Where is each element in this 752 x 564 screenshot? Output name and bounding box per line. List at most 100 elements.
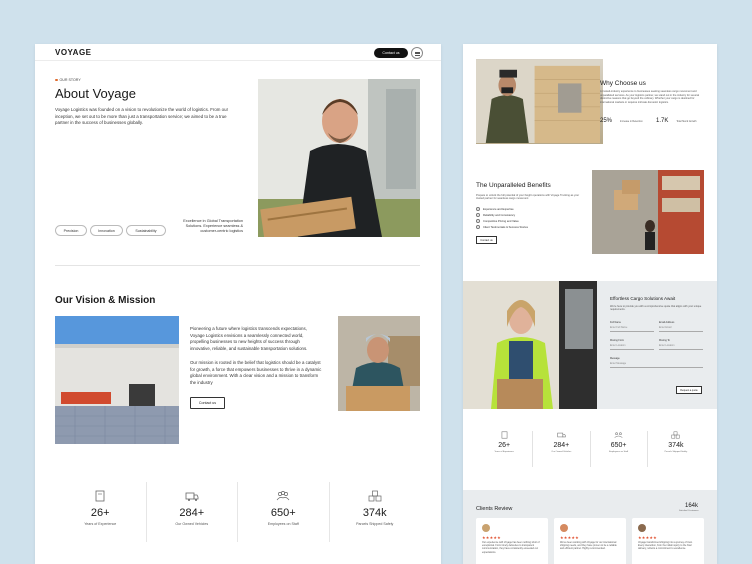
stat-item: 650+ Employees on Staff <box>238 482 330 542</box>
field-placeholder[interactable]: Enter Email <box>659 326 703 329</box>
field-placeholder[interactable]: Enter Location <box>610 344 654 347</box>
accent-dot-icon <box>55 78 58 82</box>
message-field[interactable]: Message Enter Message <box>610 357 703 368</box>
benefit-item: Client Testimonials & Success Stories <box>476 225 528 229</box>
menu-icon[interactable] <box>411 47 423 59</box>
document-icon <box>501 431 507 439</box>
stat-item: 26+ Years of Experience <box>476 431 534 467</box>
stat-value: 374k <box>668 442 684 449</box>
worker-photo <box>338 316 420 411</box>
field-label: Email Address <box>659 321 675 324</box>
quote-form: Effortless Cargo Solutions Await We're h… <box>597 281 717 409</box>
reviews-title: Clients Review <box>476 506 513 512</box>
field-placeholder[interactable]: Enter Location <box>659 344 703 347</box>
stat-label: Parcels Shipped Safely <box>356 522 394 526</box>
benefits-text: Prepare to unlock the full potential of … <box>476 194 580 201</box>
form-subtitle: We're here to provide you with a compreh… <box>610 305 702 312</box>
stat-value: 26+ <box>90 507 110 519</box>
check-circle-icon <box>476 219 480 223</box>
why-stats: 25% Increase in Retention 1.7K Total Sto… <box>600 118 704 124</box>
page-title: About Voyage <box>55 86 136 101</box>
team-icon <box>276 491 290 501</box>
rating-stars: ★★★★★ <box>638 535 657 540</box>
about-page-card: VOYAGE Contact us OUR STORY About Voyage… <box>35 44 441 564</box>
truck-icon <box>185 492 199 501</box>
benefit-item: Competitive Pricing and Value <box>476 219 519 223</box>
benefits-title: The Unparalleled Benefits <box>476 182 551 189</box>
form-title: Effortless Cargo Solutions Await <box>610 296 676 301</box>
mission-paragraph: Our mission is rooted in the belief that… <box>190 360 322 385</box>
stat-item: 284+ Our Owned Vehicles <box>533 431 591 467</box>
moving-to-field[interactable]: Moving To Enter Location <box>659 339 703 350</box>
benefit-label: Reliability and Consistency <box>483 213 516 217</box>
why-stat-label: Increase in Retention <box>620 120 643 123</box>
truck-icon <box>557 432 566 438</box>
benefit-label: Client Testimonials & Success Stories <box>483 225 528 229</box>
reviews-caption: Satisfied Customers <box>679 510 699 512</box>
stat-label: Years of Experience <box>84 522 117 526</box>
courier-photo <box>258 79 420 237</box>
stat-item: 284+ Our Owned Vehicles <box>147 482 238 542</box>
nav-contact-button[interactable]: Contact us <box>374 48 408 58</box>
field-placeholder[interactable]: Enter Full Name <box>610 326 654 329</box>
stat-label: Employees on Staff <box>609 450 629 453</box>
stats-row: 26+ Years of Experience 284+ Our Owned V… <box>55 482 420 542</box>
why-text: A trusted-industry experience to busines… <box>600 90 700 104</box>
why-title: Why Choose us <box>600 80 646 87</box>
stat-label: Our Owned Vehicles <box>175 522 209 526</box>
review-card: ★★★★★ We've been working with Voyage for… <box>554 518 626 564</box>
chip-innovation[interactable]: Innovation <box>90 225 123 236</box>
stat-label: Employees on Staff <box>267 522 299 526</box>
benefits-contact-button[interactable]: Contact us <box>476 236 497 244</box>
stat-label: Our Owned Vehicles <box>551 450 572 453</box>
review-text: Voyage transformed shipping into a journ… <box>638 541 693 551</box>
review-text: We've been working with Voyage for our i… <box>560 541 617 551</box>
logo[interactable]: VOYAGE <box>55 48 92 57</box>
chip-precision[interactable]: Precision <box>55 225 87 236</box>
stat-value: 374k <box>362 507 387 519</box>
avatar <box>560 524 568 532</box>
delivery-photo <box>476 59 603 144</box>
reviews-count: 164k <box>685 503 699 509</box>
review-text: Our experience with Voyage has been noth… <box>482 541 540 554</box>
van-courier-photo <box>463 281 597 409</box>
field-label: Moving From <box>610 339 624 342</box>
stat-item: 26+ Years of Experience <box>55 482 147 542</box>
stat-item: 650+ Employees on Staff <box>591 431 648 467</box>
check-circle-icon <box>476 225 480 229</box>
vision-paragraph: Pioneering a future where logistics tran… <box>190 326 308 351</box>
boxes-icon <box>671 431 680 439</box>
field-placeholder[interactable]: Enter Message <box>610 362 703 365</box>
team-icon <box>614 432 623 438</box>
field-label: Full Name <box>610 321 621 324</box>
why-stat-value: 25% <box>600 118 613 124</box>
field-label: Message <box>610 357 620 360</box>
moving-from-field[interactable]: Moving From Enter Location <box>610 339 654 350</box>
boxes-icon <box>368 490 382 502</box>
stat-value: 650+ <box>270 507 296 519</box>
email-field[interactable]: Email Address Enter Email <box>659 321 703 332</box>
about-intro: Voyage Logistics was founded on a vision… <box>55 107 229 125</box>
stat-value: 650+ <box>610 442 627 449</box>
benefit-item: Reliability and Consistency <box>476 213 515 217</box>
request-quote-button[interactable]: Request a quote <box>676 386 702 394</box>
contact-button[interactable]: Contact us <box>190 397 225 409</box>
top-nav: VOYAGE Contact us <box>35 44 441 61</box>
reviews-section: Clients Review 164k Satisfied Customers … <box>463 490 717 564</box>
review-card: ★★★★★ Voyage transformed shipping into a… <box>632 518 704 564</box>
stat-value: 284+ <box>553 442 570 449</box>
warehouse-photo <box>55 316 179 444</box>
eyebrow: OUR STORY <box>55 78 81 82</box>
why-stat-value: 1.7K <box>656 118 669 124</box>
stat-label: Parcels Shipped Safely <box>664 450 688 453</box>
rating-stars: ★★★★★ <box>560 535 579 540</box>
section-divider <box>55 265 420 266</box>
full-name-field[interactable]: Full Name Enter Full Name <box>610 321 654 332</box>
document-icon <box>95 490 105 502</box>
warehouse-worker-photo <box>592 170 704 254</box>
stat-value: 284+ <box>179 507 205 519</box>
chip-sustainability[interactable]: Sustainability <box>126 225 166 236</box>
stat-label: Years of Experience <box>494 450 514 453</box>
excellence-caption: Excellence in Global Transportation Solu… <box>183 219 243 233</box>
check-circle-icon <box>476 207 480 211</box>
